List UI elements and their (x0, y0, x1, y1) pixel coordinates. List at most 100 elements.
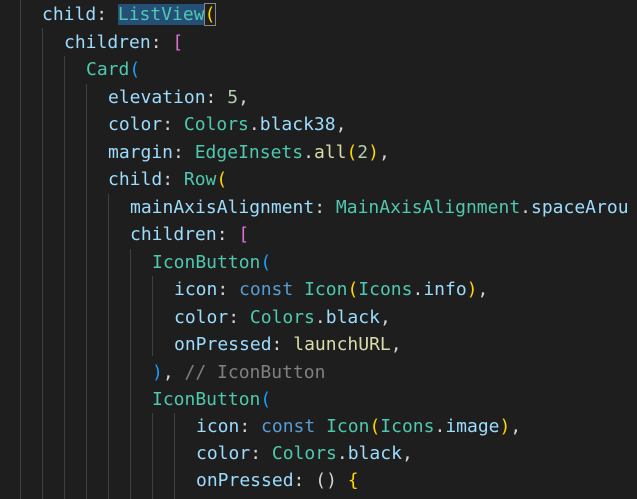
code-token: [ (172, 32, 184, 53)
code-line[interactable]: child: Row( (108, 166, 227, 193)
code-line[interactable]: onPressed: launchURL, (174, 331, 402, 358)
code-token: , (477, 279, 489, 300)
code-line[interactable]: children: [ (130, 221, 249, 248)
code-token: , (379, 307, 391, 328)
code-token: children (130, 224, 217, 245)
code-line[interactable]: IconButton( (152, 249, 271, 276)
code-token: Icon (304, 279, 348, 300)
code-token: . (412, 279, 424, 300)
code-token: : (250, 443, 272, 464)
code-token: color (196, 443, 251, 464)
code-token: , (335, 114, 347, 135)
code-token: icon (196, 416, 240, 437)
code-token: . (314, 307, 326, 328)
code-token: ( (346, 142, 358, 163)
code-token: ( (347, 279, 359, 300)
code-token: Colors (249, 307, 315, 328)
code-token: { (347, 470, 359, 491)
code-token: mainAxisAlignment (130, 197, 315, 218)
indent-guide (86, 84, 87, 499)
code-token: , (510, 416, 522, 437)
code-token: EdgeInsets (194, 142, 304, 163)
code-token: Row (183, 169, 217, 190)
code-token: ) (152, 362, 163, 383)
code-token: onPressed (174, 334, 272, 355)
code-token: all (313, 142, 347, 163)
code-token: ( (260, 252, 272, 273)
code-token: black (347, 443, 402, 464)
code-token: . (248, 114, 260, 135)
code-line[interactable]: margin: EdgeInsets.all(2), (108, 139, 390, 166)
code-token: info (423, 279, 467, 300)
code-token: , (378, 142, 390, 163)
code-token: 2 (357, 142, 369, 163)
code-token: : (239, 416, 262, 437)
code-token: ( (129, 59, 141, 80)
code-token: elevation (108, 87, 206, 108)
code-token: : (314, 197, 336, 218)
code-token: launchURL (293, 334, 391, 355)
code-token: color (108, 114, 163, 135)
code-token: margin (108, 142, 174, 163)
code-token: [ (238, 224, 250, 245)
code-line[interactable]: children: [ (64, 29, 183, 56)
code-token: ( (216, 169, 228, 190)
code-token: Card (86, 59, 130, 80)
code-line[interactable]: ), // IconButton (152, 359, 325, 386)
code-line[interactable]: elevation: 5, (108, 84, 249, 111)
code-token: , (401, 443, 413, 464)
code-token: const (239, 279, 294, 300)
code-token: . (336, 443, 348, 464)
code-token: : (96, 4, 118, 25)
indent-guide (152, 413, 153, 499)
code-token: . (303, 142, 314, 163)
code-token: . (434, 416, 446, 437)
code-token: , (162, 362, 185, 383)
code-token: ( (260, 389, 272, 410)
indent-guide (152, 276, 153, 356)
code-token: children (64, 32, 151, 53)
code-line[interactable]: Card( (86, 56, 140, 83)
code-token: spaceArou (531, 197, 629, 218)
code-token: . (520, 197, 531, 218)
code-line[interactable]: mainAxisAlignment: MainAxisAlignment.spa… (130, 194, 629, 221)
code-line[interactable]: icon: const Icon(Icons.image), (196, 413, 521, 440)
indent-guide (108, 194, 109, 499)
code-token: , (390, 334, 402, 355)
code-token: , (238, 87, 249, 108)
code-token: Colors (183, 114, 249, 135)
code-token: onPressed (196, 470, 294, 491)
indent-guide (174, 413, 175, 499)
code-line[interactable]: child: ListView( (42, 1, 217, 28)
code-token: Colors (271, 443, 337, 464)
code-token: : (271, 334, 294, 355)
code-token: : (216, 224, 239, 245)
code-token: : (217, 279, 240, 300)
code-token: ( (369, 416, 381, 437)
code-token: IconButton (152, 389, 261, 410)
code-token: Icon (326, 416, 370, 437)
code-token: : (173, 142, 195, 163)
code-token: MainAxisAlignment (335, 197, 521, 218)
code-token: : (162, 114, 184, 135)
code-line[interactable]: color: Colors.black, (174, 304, 391, 331)
code-token: child (108, 169, 163, 190)
code-line[interactable]: IconButton( (152, 386, 271, 413)
code-token: : (228, 307, 250, 328)
code-editor[interactable]: child: ListView(children: [Card(elevatio… (0, 0, 637, 499)
code-token: Icons (380, 416, 435, 437)
code-token: IconButton (152, 252, 261, 273)
code-line[interactable]: icon: const Icon(Icons.info), (174, 276, 488, 303)
indent-guide (20, 0, 21, 499)
code-token: black (325, 307, 380, 328)
code-line[interactable]: onPressed: () { (196, 467, 359, 494)
code-line[interactable]: color: Colors.black38, (108, 111, 346, 138)
indent-guide (130, 249, 131, 499)
code-token: ) (466, 279, 478, 300)
code-token: const (261, 416, 316, 437)
code-line[interactable]: color: Colors.black, (196, 440, 413, 467)
indent-guide (64, 56, 65, 499)
code-token: color (174, 307, 229, 328)
